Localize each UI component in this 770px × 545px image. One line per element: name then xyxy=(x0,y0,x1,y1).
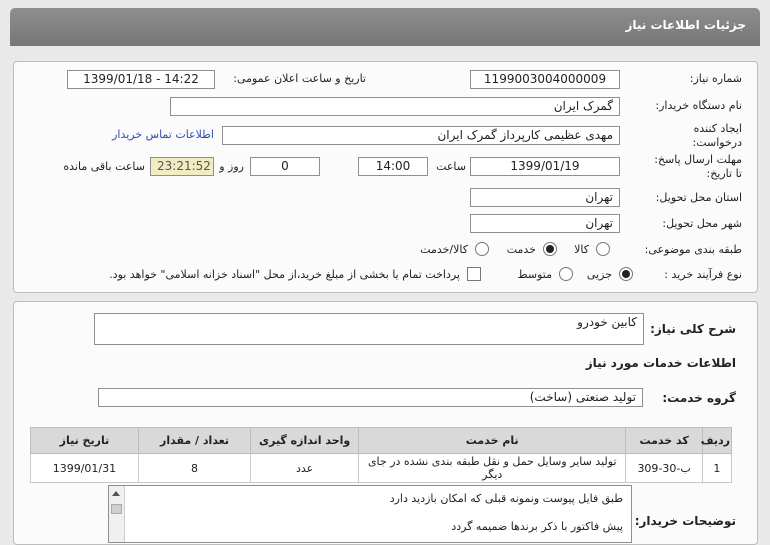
scroll-thumb[interactable] xyxy=(111,504,122,514)
summary-field: کابین خودرو xyxy=(94,313,644,345)
table-row: 1 ب-30-309 تولید سایر وسایل حمل و نقل طب… xyxy=(30,453,733,483)
deadline-label-1: مهلت ارسال پاسخ: xyxy=(654,153,742,166)
deadline-time-label: ساعت xyxy=(436,160,466,173)
page-header: جزئیات اطلاعات نیاز xyxy=(10,8,760,46)
category-goods-service-label: کالا/خدمت xyxy=(420,243,468,256)
deadline-date-field: 1399/01/19 xyxy=(470,157,620,176)
category-goods-label: کالا xyxy=(574,243,589,256)
service-group-label: گروه خدمت: xyxy=(662,391,736,405)
header-quantity: تعداد / مقدار xyxy=(137,427,252,454)
purchase-minor-radio[interactable] xyxy=(619,267,633,281)
purchase-minor-label: جزیی xyxy=(586,268,612,281)
remaining-label: ساعت باقی مانده xyxy=(63,160,145,173)
services-table: ردیف کد خدمت نام خدمت واحد اندازه گیری ت… xyxy=(30,427,733,483)
category-service-label: خدمت xyxy=(506,243,536,256)
unit-cell: عدد xyxy=(250,453,360,483)
header-service-name: نام خدمت xyxy=(358,427,627,454)
header-need-date: تاریخ نیاز xyxy=(30,427,139,454)
announce-label: تاریخ و ساعت اعلان عمومی: xyxy=(233,72,366,85)
deadline-label-2: تا تاریخ: xyxy=(706,167,742,180)
days-label: روز و xyxy=(219,160,244,173)
services-title: اطلاعات خدمات مورد نیاز xyxy=(585,356,736,370)
purchase-medium-radio[interactable] xyxy=(559,267,573,281)
buyer-org-field: گمرک ایران xyxy=(170,97,620,116)
buyer-org-label: نام دستگاه خریدار: xyxy=(655,99,742,112)
city-field: تهران xyxy=(470,214,620,233)
buyer-contact-link[interactable]: اطلاعات تماس خریدار xyxy=(112,128,214,141)
announce-field: 1399/01/18 - 14:22 xyxy=(67,70,215,89)
treasury-checkbox[interactable] xyxy=(467,267,481,281)
buyer-note-line: طبق فایل پیوست ونمونه قبلی که امکان بازد… xyxy=(389,492,623,505)
remaining-time-field: 23:21:52 xyxy=(150,157,214,176)
buyer-note-line: پیش فاکتور با ذکر برندها ضمیمه گردد xyxy=(451,520,623,533)
notes-scrollbar[interactable] xyxy=(109,486,125,542)
service-name-cell: تولید سایر وسایل حمل و نقل طبقه بندی نشد… xyxy=(358,453,627,483)
service-group-field: تولید صنعتی (ساخت) xyxy=(98,388,643,407)
city-label: شهر محل تحویل: xyxy=(662,217,742,230)
requester-label-1: ایجاد کننده xyxy=(693,122,742,135)
category-service-radio[interactable] xyxy=(543,242,557,256)
row-number-cell: 1 xyxy=(701,453,733,483)
need-details-panel xyxy=(13,61,758,293)
page-title: جزئیات اطلاعات نیاز xyxy=(625,18,746,32)
scroll-up-arrow-icon[interactable] xyxy=(112,491,120,496)
requester-field: مهدی عظیمی کارپرداز گمرک ایران xyxy=(222,126,620,145)
days-field: 0 xyxy=(250,157,320,176)
service-code-cell: ب-30-309 xyxy=(625,453,703,483)
need-number-label: شماره نیاز: xyxy=(689,72,742,85)
purchase-type-label: نوع فرآیند خرید : xyxy=(664,268,742,281)
header-unit: واحد اندازه گیری xyxy=(250,427,360,454)
category-label: طبقه بندی موضوعی: xyxy=(644,243,742,256)
category-goods-service-radio[interactable] xyxy=(475,242,489,256)
header-row-number: ردیف xyxy=(701,427,733,454)
treasury-note: پرداخت تمام یا بخشی از مبلغ خرید،از محل … xyxy=(109,268,460,281)
province-field: تهران xyxy=(470,188,620,207)
quantity-cell: 8 xyxy=(137,453,252,483)
category-goods-radio[interactable] xyxy=(596,242,610,256)
header-service-code: کد خدمت xyxy=(625,427,703,454)
table-header-row: ردیف کد خدمت نام خدمت واحد اندازه گیری ت… xyxy=(30,427,733,454)
buyer-notes-box: طبق فایل پیوست ونمونه قبلی که امکان بازد… xyxy=(108,485,632,543)
need-date-cell: 1399/01/31 xyxy=(30,453,139,483)
purchase-medium-label: متوسط xyxy=(517,268,552,281)
need-number-field: 1199003004000009 xyxy=(470,70,620,89)
summary-label: شرح کلی نیاز: xyxy=(650,322,736,336)
deadline-time-field: 14:00 xyxy=(358,157,428,176)
requester-label-2: درخواست: xyxy=(692,136,742,149)
buyer-notes-label: توضیحات خریدار: xyxy=(634,514,736,528)
province-label: استان محل تحویل: xyxy=(655,191,742,204)
